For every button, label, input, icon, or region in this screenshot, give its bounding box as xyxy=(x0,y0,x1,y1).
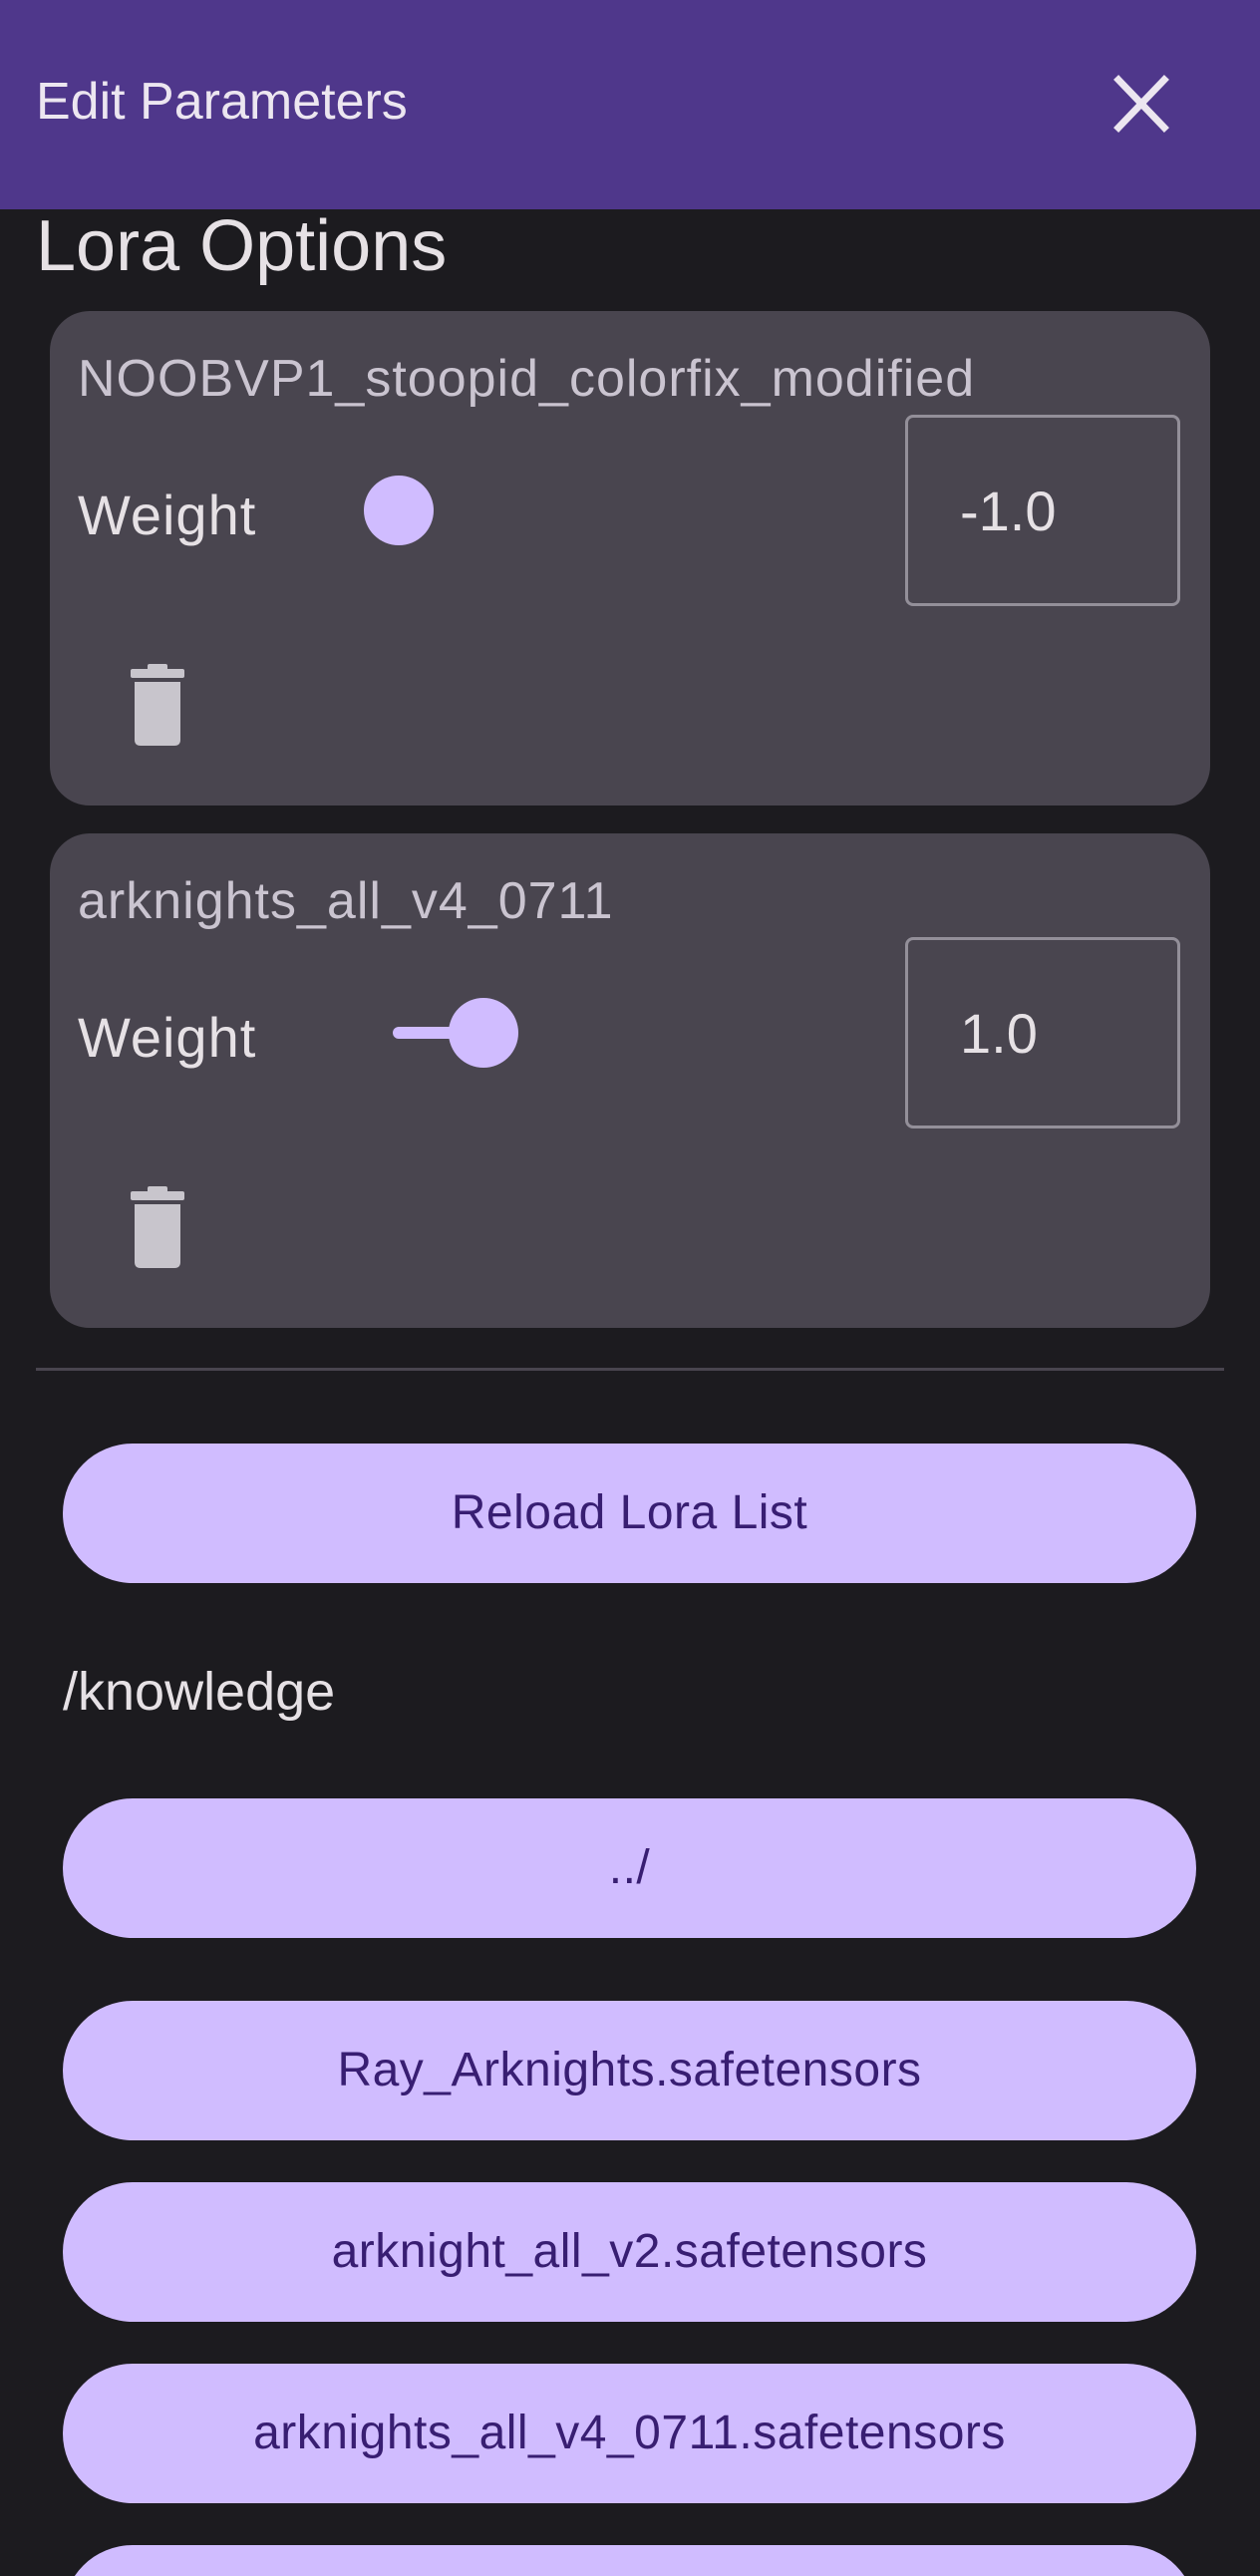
file-entry-button[interactable]: arknight_all_v2.safetensors xyxy=(63,2182,1196,2322)
edit-parameters-screen: Edit Parameters Lora Options NOOBVP1_sto… xyxy=(0,0,1260,2576)
weight-input[interactable] xyxy=(905,415,1180,606)
weight-input[interactable] xyxy=(905,937,1180,1128)
trash-icon xyxy=(131,664,184,746)
delete-lora-button[interactable] xyxy=(108,1178,207,1278)
divider xyxy=(36,1368,1224,1371)
current-path: /knowledge xyxy=(63,1662,336,1722)
weight-label: Weight xyxy=(78,483,257,546)
section-title: Lora Options xyxy=(36,206,448,286)
weight-slider[interactable] xyxy=(329,983,628,1083)
app-bar-title: Edit Parameters xyxy=(36,73,408,131)
delete-lora-button[interactable] xyxy=(108,656,207,756)
lora-name: arknights_all_v4_0711 xyxy=(78,872,614,930)
file-entry-button[interactable]: arknights_all_v4_0711.safetensors xyxy=(63,2364,1196,2503)
trash-icon xyxy=(131,1186,184,1268)
weight-slider[interactable] xyxy=(329,461,628,560)
lora-name: NOOBVP1_stoopid_colorfix_modified xyxy=(78,350,976,408)
file-entry-button[interactable] xyxy=(63,2545,1196,2576)
lora-card: arknights_all_v4_0711 Weight xyxy=(50,833,1210,1328)
slider-thumb[interactable] xyxy=(449,998,518,1068)
reload-lora-list-button[interactable]: Reload Lora List xyxy=(63,1444,1196,1583)
close-icon xyxy=(1113,75,1169,133)
close-button[interactable] xyxy=(1097,66,1186,146)
lora-card: NOOBVP1_stoopid_colorfix_modified Weight xyxy=(50,311,1210,805)
file-entry-button[interactable]: Ray_Arknights.safetensors xyxy=(63,2001,1196,2140)
weight-label: Weight xyxy=(78,1006,257,1069)
app-bar: Edit Parameters xyxy=(0,0,1260,209)
file-entry-button[interactable]: ../ xyxy=(63,1798,1196,1938)
slider-thumb[interactable] xyxy=(364,476,434,545)
